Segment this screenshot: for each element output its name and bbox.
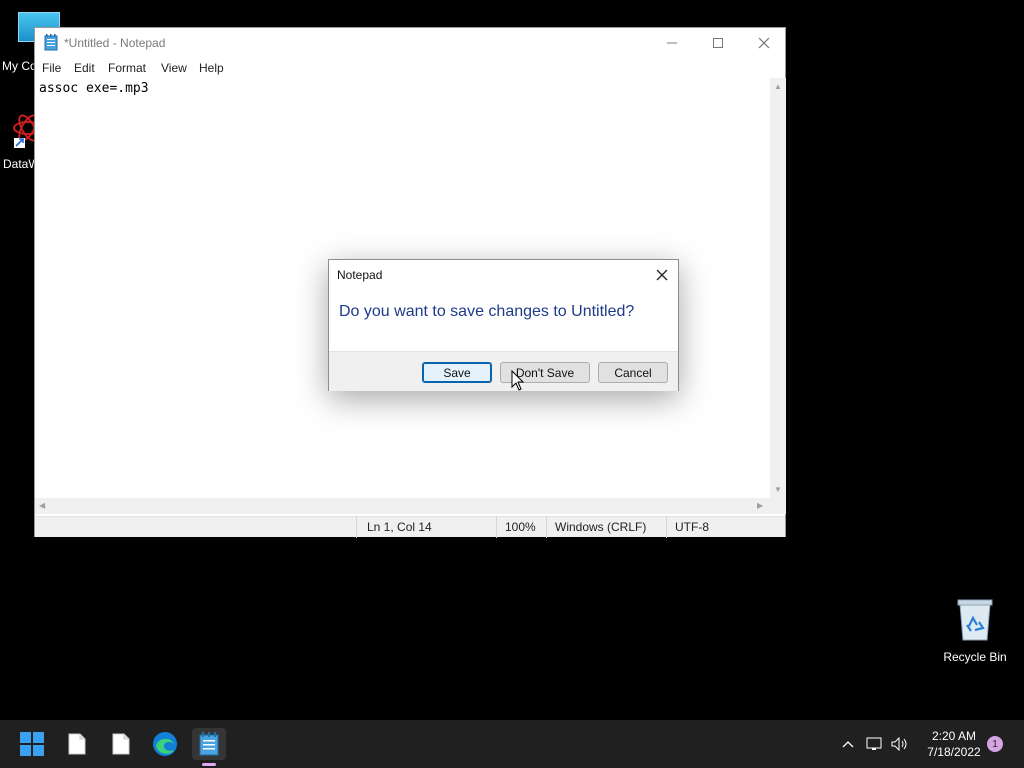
- status-zoom: 100%: [496, 517, 552, 538]
- start-button[interactable]: [15, 728, 49, 760]
- close-icon: [758, 37, 770, 49]
- dialog-title: Notepad: [337, 268, 383, 282]
- taskbar-edge[interactable]: [148, 728, 182, 760]
- chevron-up-icon: [842, 741, 854, 748]
- status-line-ending: Windows (CRLF): [546, 517, 666, 538]
- menu-edit[interactable]: Edit: [74, 61, 95, 75]
- status-cursor-position: Ln 1, Col 14: [356, 517, 496, 538]
- status-encoding: UTF-8: [666, 517, 776, 538]
- file-icon: [112, 733, 130, 755]
- dialog-message: Do you want to save changes to Untitled?: [339, 303, 635, 320]
- maximize-button[interactable]: [695, 28, 741, 58]
- clock-time: 2:20 AM: [931, 729, 977, 743]
- minimize-button[interactable]: [649, 28, 695, 58]
- close-icon: [656, 269, 668, 281]
- scrollbar-corner: [770, 498, 786, 514]
- taskbar-file-app[interactable]: [104, 728, 138, 760]
- clock[interactable]: 2:20 AM 7/18/2022: [915, 720, 993, 768]
- save-changes-dialog: Notepad Do you want to save changes to U…: [328, 259, 679, 391]
- status-bar: Ln 1, Col 14 100% Windows (CRLF) UTF-8: [35, 516, 785, 538]
- cancel-button[interactable]: Cancel: [598, 362, 668, 383]
- maximize-icon: [713, 38, 723, 48]
- notepad-icon: [44, 34, 58, 51]
- menu-view[interactable]: View: [161, 61, 187, 75]
- active-app-indicator: [202, 763, 216, 766]
- mouse-pointer-icon: [511, 370, 525, 391]
- menu-file[interactable]: File: [42, 61, 61, 75]
- show-hidden-icons-button[interactable]: [838, 720, 858, 768]
- scroll-up-icon[interactable]: ▲: [774, 82, 782, 91]
- windows-logo-icon: [20, 732, 44, 756]
- save-button[interactable]: Save: [422, 362, 492, 383]
- vertical-scrollbar[interactable]: ▲ ▼: [770, 78, 786, 498]
- file-icon: [68, 733, 86, 755]
- desktop-icon-recycle-bin[interactable]: Recycle Bin: [938, 596, 1012, 664]
- menu-format[interactable]: Format: [108, 61, 146, 75]
- clock-date: 7/18/2022: [927, 745, 981, 759]
- network-button[interactable]: [864, 720, 886, 768]
- volume-button[interactable]: [889, 720, 911, 768]
- dialog-close-button[interactable]: [649, 263, 675, 287]
- network-icon: [866, 737, 882, 750]
- title-bar[interactable]: *Untitled - Notepad: [35, 28, 785, 58]
- minimize-icon: [667, 42, 677, 44]
- scroll-down-icon[interactable]: ▼: [774, 485, 782, 494]
- desktop-icon-label: My Co: [2, 59, 37, 73]
- dialog-button-bar: Save Don't Save Cancel: [329, 351, 678, 391]
- window-title: *Untitled - Notepad: [64, 36, 166, 50]
- taskbar-notepad[interactable]: [192, 728, 226, 766]
- scroll-left-icon[interactable]: ◀: [39, 501, 45, 510]
- speaker-icon: [891, 737, 907, 751]
- taskbar-file-app[interactable]: [60, 728, 94, 760]
- notification-badge[interactable]: 1: [987, 736, 1003, 752]
- horizontal-scrollbar[interactable]: ◀ ▶: [35, 498, 770, 514]
- taskbar: 2:20 AM 7/18/2022 1: [0, 720, 1024, 768]
- menu-bar: File Edit Format View Help: [35, 58, 785, 78]
- desktop-icon-label: Recycle Bin: [943, 650, 1007, 664]
- notepad-icon: [199, 732, 219, 756]
- menu-help[interactable]: Help: [199, 61, 224, 75]
- recycle-bin-icon: [957, 599, 993, 641]
- close-window-button[interactable]: [741, 28, 787, 58]
- edge-browser-icon: [153, 732, 177, 756]
- scroll-right-icon[interactable]: ▶: [757, 501, 763, 510]
